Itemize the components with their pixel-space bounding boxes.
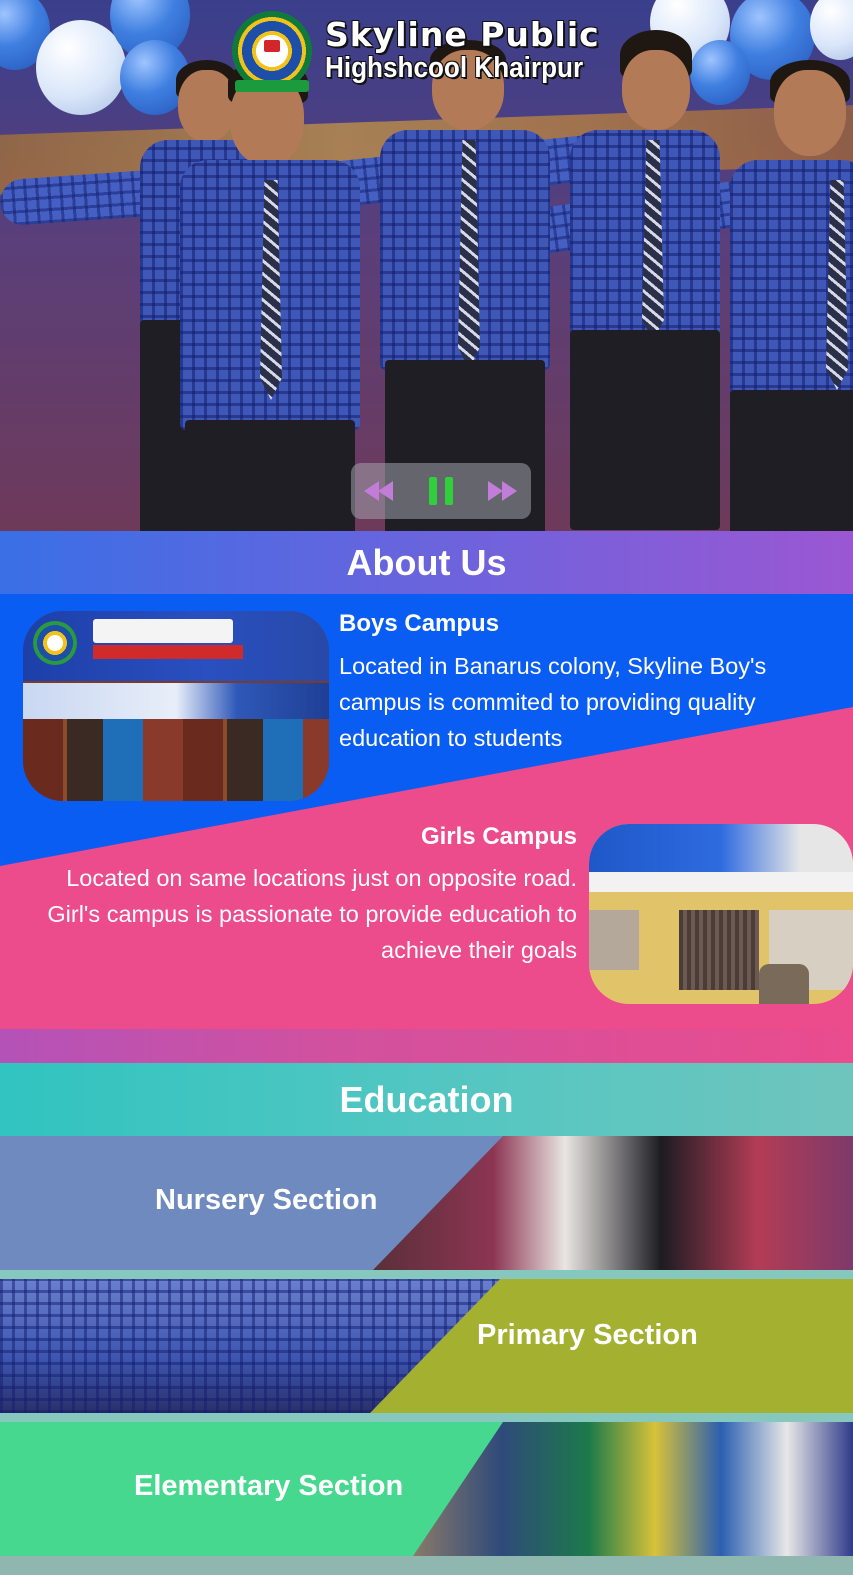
school-logo	[229, 6, 315, 96]
elementary-section-label: Elementary Section	[134, 1470, 404, 1502]
boys-campus-description: Located in Banarus colony, Skyline Boy's…	[339, 653, 767, 751]
about-bottom-band	[0, 1029, 853, 1063]
page-bottom-strip	[0, 1556, 853, 1575]
pause-button[interactable]	[424, 474, 458, 508]
brand-text: Skyline Public Highshcool Khairpur	[325, 14, 612, 85]
about-section: Boys Campus Located in Banarus colony, S…	[0, 594, 853, 1029]
girls-campus-photo	[589, 824, 853, 1004]
brand-name-line2: Highshcool Khairpur	[325, 52, 584, 85]
next-slide-button[interactable]	[486, 474, 520, 508]
book-icon	[264, 40, 280, 52]
nursery-section-card[interactable]: Nursery Section	[0, 1136, 853, 1270]
rewind-icon	[364, 481, 394, 501]
hero-slider: Skyline Public Highshcool Khairpur	[0, 0, 853, 531]
nursery-section-label: Nursery Section	[155, 1184, 378, 1216]
primary-section-card[interactable]: Primary Section	[0, 1279, 853, 1413]
about-header: About Us	[0, 531, 853, 594]
girls-campus-description: Located on same locations just on opposi…	[47, 865, 577, 963]
slider-controls	[351, 463, 531, 519]
brand-name-line1: Skyline Public	[325, 14, 600, 54]
balloon-decoration	[810, 0, 853, 60]
previous-slide-button[interactable]	[362, 474, 396, 508]
logo-ribbon	[235, 80, 309, 92]
section-divider	[0, 1413, 853, 1422]
elementary-section-photo	[413, 1422, 853, 1556]
primary-section-label: Primary Section	[477, 1319, 698, 1351]
balloon-decoration	[36, 20, 126, 115]
balloon-decoration	[690, 40, 750, 105]
about-title: About Us	[346, 541, 507, 583]
pause-icon	[429, 477, 453, 505]
girls-campus-title: Girls Campus	[420, 823, 577, 850]
boys-campus-title: Boys Campus	[339, 610, 500, 637]
boys-campus-photo	[23, 611, 329, 801]
section-divider	[0, 1270, 853, 1279]
education-header: Education	[0, 1063, 853, 1136]
primary-section-photo	[0, 1279, 500, 1413]
nursery-section-photo	[373, 1136, 853, 1270]
education-title: Education	[339, 1078, 514, 1120]
elementary-section-card[interactable]: Elementary Section	[0, 1422, 853, 1556]
school-brand[interactable]: Skyline Public Highshcool Khairpur	[229, 6, 612, 96]
fast-forward-icon	[488, 481, 518, 501]
